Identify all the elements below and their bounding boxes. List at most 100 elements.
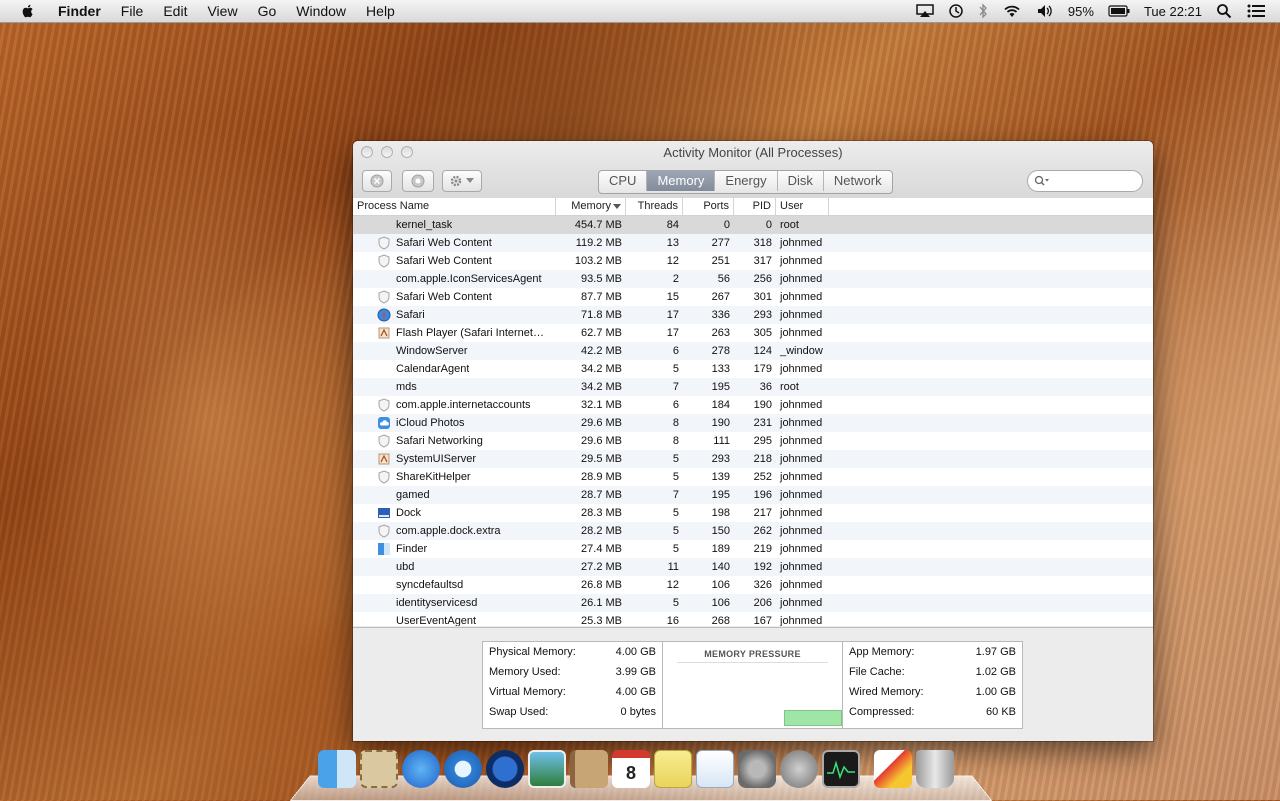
- photo-icon[interactable]: [528, 750, 566, 788]
- table-row[interactable]: Finder 27.4 MB 5 189 219 johnmed: [353, 540, 1153, 558]
- table-row[interactable]: Safari 71.8 MB 17 336 293 johnmed: [353, 306, 1153, 324]
- spotlight-search-icon[interactable]: [1216, 3, 1232, 19]
- table-row[interactable]: WindowServer 42.2 MB 6 278 124 _window: [353, 342, 1153, 360]
- battery-icon[interactable]: [1108, 5, 1130, 17]
- mail-stamp-icon[interactable]: [360, 750, 398, 788]
- table-row[interactable]: Safari Web Content 103.2 MB 12 251 317 johnme…: [353, 252, 1153, 270]
- tab-memory[interactable]: Memory: [647, 171, 716, 191]
- wifi-icon[interactable]: [1002, 3, 1022, 19]
- stat-row: Swap Used: 0 bytes: [483, 702, 662, 722]
- table-row[interactable]: iCloud Photos 29.6 MB 8 190 231 johnmed: [353, 414, 1153, 432]
- table-row[interactable]: ShareKitHelper 28.9 MB 5 139 252 johnmed: [353, 468, 1153, 486]
- process-pid: 190: [753, 399, 772, 411]
- clock[interactable]: Tue 22:21: [1144, 4, 1202, 19]
- menu-app-name[interactable]: Finder: [48, 3, 111, 19]
- tab-energy[interactable]: Energy: [715, 171, 778, 191]
- table-row[interactable]: mds 34.2 MB 7 195 36 root: [353, 378, 1153, 396]
- safari-icon[interactable]: [444, 750, 482, 788]
- column-memory[interactable]: Memory: [556, 198, 626, 215]
- memory-pressure-title: MEMORY PRESSURE: [704, 649, 801, 659]
- menu-edit[interactable]: Edit: [153, 3, 197, 19]
- finder-icon[interactable]: [318, 750, 356, 788]
- column-pid[interactable]: PID: [734, 198, 776, 215]
- search-field[interactable]: [1027, 170, 1143, 192]
- process-name: CalendarAgent: [396, 363, 470, 375]
- action-menu-button[interactable]: [442, 170, 482, 192]
- volume-icon[interactable]: [1036, 3, 1054, 19]
- menu-file[interactable]: File: [111, 3, 154, 19]
- tab-network[interactable]: Network: [824, 171, 892, 191]
- process-threads: 6: [672, 399, 679, 411]
- tab-disk[interactable]: Disk: [778, 171, 824, 191]
- table-row[interactable]: ubd 27.2 MB 11 140 192 johnmed: [353, 558, 1153, 576]
- blank-icon: [373, 342, 395, 360]
- inspect-process-button[interactable]: [402, 170, 434, 192]
- tab-cpu[interactable]: CPU: [599, 171, 648, 191]
- process-pid: 206: [753, 597, 772, 609]
- window-toolbar: Activity Monitor (All Processes) CPU Mem…: [353, 141, 1153, 206]
- process-ports: 133: [711, 363, 730, 375]
- bluetooth-icon[interactable]: [978, 3, 988, 19]
- process-memory: 32.1 MB: [581, 399, 622, 411]
- table-row[interactable]: SystemUIServer 29.5 MB 5 293 218 johnmed: [353, 450, 1153, 468]
- table-row[interactable]: CalendarAgent 34.2 MB 5 133 179 johnmed: [353, 360, 1153, 378]
- table-row[interactable]: Safari Networking 29.6 MB 8 111 295 johnmed: [353, 432, 1153, 450]
- column-ports[interactable]: Ports: [683, 198, 734, 215]
- table-row[interactable]: UserEventAgent 25.3 MB 16 268 167 johnmed: [353, 612, 1153, 626]
- process-name: com.apple.internetaccounts: [396, 399, 531, 411]
- apple-menu-icon[interactable]: [20, 3, 36, 19]
- column-process-name[interactable]: Process Name: [353, 198, 556, 215]
- menu-help[interactable]: Help: [356, 3, 405, 19]
- table-row[interactable]: Dock 28.3 MB 5 198 217 johnmed: [353, 504, 1153, 522]
- stat-value: 1.02 GB: [975, 666, 1016, 678]
- table-row[interactable]: Safari Web Content 119.2 MB 13 277 318 johnme…: [353, 234, 1153, 252]
- process-user: _window: [780, 345, 823, 357]
- column-threads[interactable]: Threads: [626, 198, 683, 215]
- launchpad-icon[interactable]: [780, 750, 818, 788]
- notification-center-icon[interactable]: [1246, 3, 1266, 19]
- table-row[interactable]: Flash Player (Safari Internet… 62.7 MB 17 2…: [353, 324, 1153, 342]
- app-icon: [373, 324, 395, 342]
- table-row[interactable]: com.apple.IconServicesAgent 93.5 MB 2 56 256…: [353, 270, 1153, 288]
- process-pid: 167: [753, 615, 772, 626]
- process-name: Dock: [396, 507, 422, 519]
- blank-icon: [373, 216, 395, 234]
- calendar-icon[interactable]: 8: [612, 750, 650, 788]
- table-row[interactable]: gamed 28.7 MB 7 195 196 johnmed: [353, 486, 1153, 504]
- process-threads: 7: [672, 381, 679, 393]
- process-pid: 293: [753, 309, 772, 321]
- process-memory: 28.2 MB: [581, 525, 622, 537]
- table-row[interactable]: syncdefaultsd 26.8 MB 12 106 326 johnmed: [353, 576, 1153, 594]
- table-row[interactable]: Safari Web Content 87.7 MB 15 267 301 johnmed: [353, 288, 1153, 306]
- table-row[interactable]: kernel_task 454.7 MB 84 0 0 root: [353, 216, 1153, 234]
- table-row[interactable]: com.apple.dock.extra 28.2 MB 5 150 262 johnme…: [353, 522, 1153, 540]
- process-memory: 87.7 MB: [581, 291, 622, 303]
- menu-view[interactable]: View: [197, 3, 247, 19]
- notes-icon[interactable]: [654, 750, 692, 788]
- table-row[interactable]: identityservicesd 26.1 MB 5 106 206 johnmed: [353, 594, 1153, 612]
- airplay-icon[interactable]: [916, 4, 934, 18]
- time-machine-icon[interactable]: [948, 3, 964, 19]
- menu-window[interactable]: Window: [286, 3, 356, 19]
- preview-icon[interactable]: [696, 750, 734, 788]
- stat-row: Compressed: 60 KB: [843, 702, 1022, 722]
- battery-percent[interactable]: 95%: [1068, 4, 1094, 19]
- process-name: ShareKitHelper: [396, 471, 471, 483]
- contacts-icon[interactable]: [570, 750, 608, 788]
- quit-process-button[interactable]: [362, 170, 392, 192]
- system-preferences-icon[interactable]: [738, 750, 776, 788]
- movie-icon[interactable]: [486, 750, 524, 788]
- process-name-cell: Safari Web Content: [353, 252, 556, 270]
- search-input[interactable]: [1050, 173, 1134, 189]
- menu-go[interactable]: Go: [248, 3, 287, 19]
- stat-row: Physical Memory: 4.00 GB: [483, 642, 662, 662]
- table-row[interactable]: com.apple.internetaccounts 32.1 MB 6 184 190…: [353, 396, 1153, 414]
- trash-icon[interactable]: [916, 750, 954, 788]
- column-user[interactable]: User: [776, 198, 829, 215]
- process-ports: 150: [711, 525, 730, 537]
- activity-monitor-icon[interactable]: [822, 750, 860, 788]
- papers-icon[interactable]: [874, 750, 912, 788]
- memory-pressure-bar: [784, 710, 842, 726]
- process-user: johnmed: [780, 507, 823, 519]
- itunes-icon[interactable]: [402, 750, 440, 788]
